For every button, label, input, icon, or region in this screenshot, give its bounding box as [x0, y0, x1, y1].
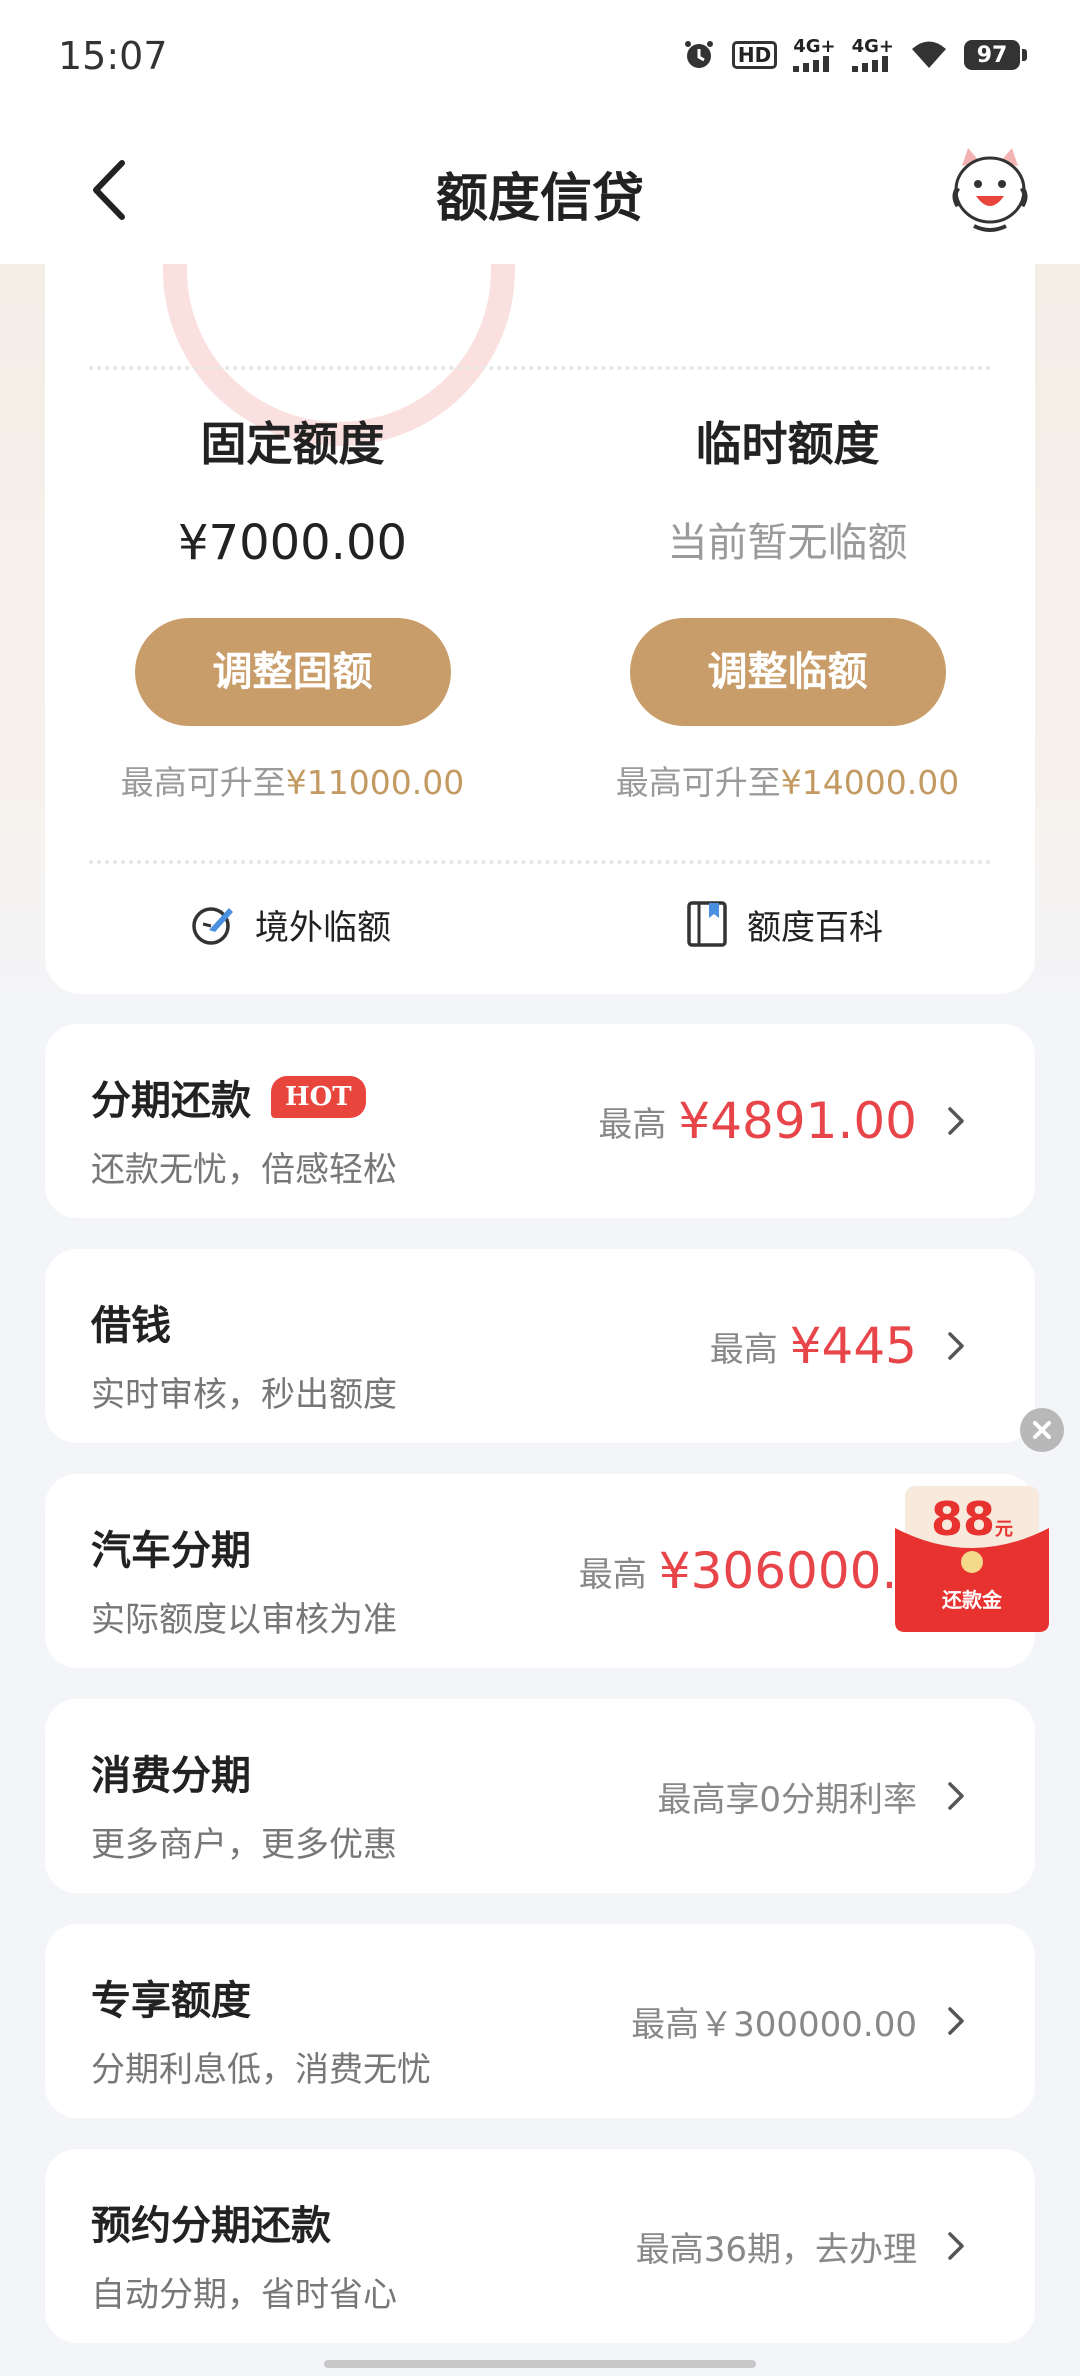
- service-subtitle: 还款无忧，倍感轻松: [91, 1150, 397, 1190]
- service-subtitle: 自动分期，省时省心: [91, 2275, 397, 2315]
- service-title: 汽车分期: [91, 1528, 251, 1574]
- battery-icon: 97: [964, 40, 1027, 70]
- chevron-right-icon: [948, 1107, 964, 1135]
- service-card-scheduled-installment[interactable]: 预约分期还款 自动分期，省时省心 最高36期，去办理: [45, 2149, 1035, 2343]
- status-bar: 15:07 HD 4G+ 4G+ 97: [0, 0, 1080, 120]
- service-note: 最高享0分期利率: [657, 1779, 917, 1820]
- divider: [89, 860, 991, 864]
- temp-quota-title: 临时额度: [695, 417, 880, 471]
- service-card-exclusive-quota[interactable]: 专享额度 分期利息低，消费无忧 最高￥300000.00: [45, 1924, 1035, 2118]
- service-title: 专享额度: [91, 1978, 251, 2024]
- page: 15:07 HD 4G+ 4G+ 97 额度信贷 固定额度 ¥7000.00 调…: [0, 0, 1080, 2376]
- service-title: 预约分期还款: [91, 2203, 331, 2249]
- service-subtitle: 更多商户，更多优惠: [91, 1825, 397, 1865]
- service-card-installment-repay[interactable]: 分期还款 HOT 还款无忧，倍感轻松 最高 ¥4891.00: [45, 1024, 1035, 1218]
- service-subtitle: 实时审核，秒出额度: [91, 1375, 397, 1415]
- header: 额度信贷: [0, 120, 1080, 264]
- service-title: 分期还款: [91, 1078, 251, 1124]
- chevron-right-icon: [948, 1782, 964, 1810]
- overseas-temp-quota-link[interactable]: 境外临额: [189, 884, 391, 964]
- chevron-right-icon: [948, 2232, 964, 2260]
- fixed-quota-amount: ¥7000.00: [177, 515, 408, 571]
- chevron-right-icon: [948, 2007, 964, 2035]
- service-subtitle: 实际额度以审核为准: [91, 1600, 397, 1640]
- service-amount: ¥445: [789, 1317, 917, 1375]
- service-prefix: 最高: [709, 1329, 778, 1370]
- service-amount: ¥4891.00: [678, 1092, 917, 1150]
- repay-bonus-float[interactable]: 88元 还款金: [893, 1486, 1051, 1632]
- mascot-avatar-icon[interactable]: [948, 144, 1032, 236]
- wifi-icon: [910, 40, 948, 70]
- plane-globe-icon: [192, 907, 233, 945]
- fixed-quota-hint: 最高可升至¥11000.00: [120, 763, 465, 802]
- temp-quota-status: 当前暂无临额: [667, 520, 908, 566]
- temp-quota-hint: 最高可升至¥14000.00: [615, 763, 960, 802]
- service-prefix: 最高: [598, 1104, 667, 1145]
- service-note: 最高36期，去办理: [635, 2229, 917, 2270]
- hd-icon: HD: [731, 41, 778, 69]
- book-icon: [687, 901, 727, 947]
- close-icon: [1033, 1421, 1051, 1439]
- home-indicator[interactable]: [324, 2360, 756, 2368]
- bonus-unit: 元: [995, 1519, 1013, 1540]
- service-subtitle: 分期利息低，消费无忧: [91, 2050, 431, 2090]
- quota-wiki-label: 额度百科: [747, 907, 883, 948]
- overseas-temp-quota-label: 境外临额: [255, 907, 391, 948]
- service-card-borrow[interactable]: 借钱 实时审核，秒出额度 最高 ¥445: [45, 1249, 1035, 1443]
- fixed-quota-title: 固定额度: [200, 417, 385, 471]
- temp-quota: 临时额度 当前暂无临额 调整临额 最高可升至¥14000.00: [540, 414, 1035, 804]
- bonus-label: 还款金: [942, 1588, 1002, 1612]
- close-float-button[interactable]: [1020, 1408, 1064, 1452]
- quota-card: 固定额度 ¥7000.00 调整固额 最高可升至¥11000.00 临时额度 当…: [45, 264, 1035, 994]
- status-time: 15:07: [58, 34, 168, 78]
- signal-icon: 4G+: [793, 38, 836, 72]
- service-note: 最高￥300000.00: [631, 2004, 917, 2045]
- status-icons: HD 4G+ 4G+ 97: [682, 38, 1027, 72]
- bonus-amount: 88: [930, 1492, 995, 1546]
- hot-badge: HOT: [271, 1076, 366, 1118]
- adjust-fixed-quota-button[interactable]: 调整固额: [134, 618, 451, 726]
- quota-links: 境外临额 额度百科: [45, 884, 1035, 964]
- divider: [89, 366, 991, 370]
- chevron-right-icon: [948, 1332, 964, 1360]
- service-card-consumer-installment[interactable]: 消费分期 更多商户，更多优惠 最高享0分期利率: [45, 1699, 1035, 1893]
- service-title: 借钱: [91, 1303, 171, 1349]
- adjust-temp-quota-button[interactable]: 调整临额: [629, 618, 946, 726]
- service-title: 消费分期: [91, 1753, 251, 1799]
- page-title: 额度信贷: [435, 169, 644, 229]
- service-card-car-installment[interactable]: 汽车分期 实际额度以审核为准 最高 ¥306000.00: [45, 1474, 1035, 1668]
- alarm-icon: [682, 38, 716, 72]
- signal-icon: 4G+: [851, 38, 894, 72]
- quota-wiki-link[interactable]: 额度百科: [685, 884, 883, 964]
- service-prefix: 最高: [578, 1554, 647, 1595]
- fixed-quota: 固定额度 ¥7000.00 调整固额 最高可升至¥11000.00: [45, 414, 540, 804]
